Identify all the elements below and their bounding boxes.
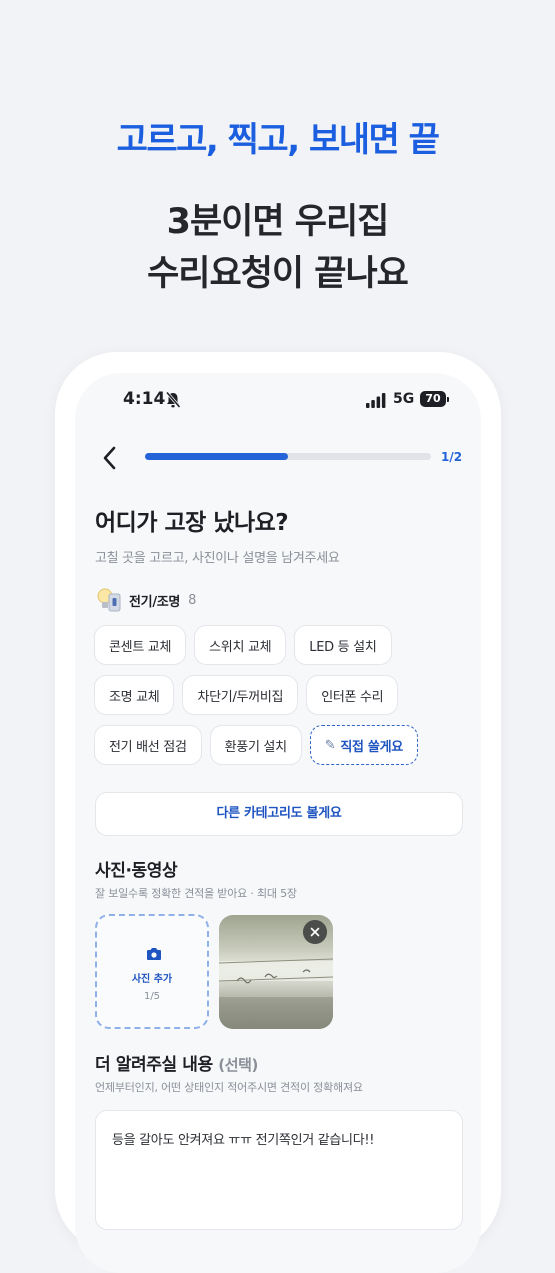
page-title: 어디가 고장 났나요? bbox=[95, 510, 289, 536]
photo-count: 1/5 bbox=[143, 991, 161, 1002]
app-screen: 4:14 5G 70 1/2 어디가 고장 났나요? 고칠 곳을 고르고, 사진… bbox=[75, 373, 481, 1273]
page-description: 고칠 곳을 고르고, 사진이나 설명을 남겨주세요 bbox=[95, 551, 340, 566]
option-chip[interactable]: 인터폰 수리 bbox=[306, 675, 399, 715]
battery-icon: 70 bbox=[420, 391, 446, 407]
note-textarea[interactable]: 등을 갈아도 안켜져요 ㅠㅠ 전기쪽인거 같습니다!! bbox=[95, 1110, 463, 1230]
category-header: 전기/조명 8 bbox=[95, 587, 196, 613]
note-title-text: 더 알려주실 내용 bbox=[95, 1055, 213, 1075]
status-bar: 4:14 5G 70 bbox=[75, 389, 481, 413]
promo-subhead-line2: 수리요청이 끝나요 bbox=[147, 254, 409, 294]
category-name: 전기/조명 bbox=[129, 594, 181, 610]
custom-option-button[interactable]: ✎ 직접 쓸게요 bbox=[309, 725, 418, 765]
progress-label: 1/2 bbox=[441, 450, 463, 464]
photos-description: 잘 보일수록 정확한 견적을 받아요 · 최대 5장 bbox=[95, 887, 297, 900]
promo-subhead-line1: 3분이면 우리집 bbox=[166, 202, 390, 242]
option-chip[interactable]: 스위치 교체 bbox=[194, 625, 287, 665]
camera-icon bbox=[147, 948, 161, 960]
lightbulb-icon bbox=[97, 588, 121, 612]
option-chip[interactable]: 환풍기 설치 bbox=[209, 725, 302, 765]
option-chip[interactable]: 콘센트 교체 bbox=[94, 625, 187, 665]
photos-title: 사진·동영상 bbox=[95, 861, 178, 881]
note-optional-label: (선택) bbox=[218, 1056, 258, 1074]
network-type: 5G bbox=[393, 391, 415, 407]
promo-headline: 고르고, 찍고, 보내면 끝 bbox=[116, 120, 440, 160]
repair-options: 콘센트 교체 스위치 교체 LED 등 설치 조명 교체 차단기/두꺼비집 인터… bbox=[94, 625, 464, 765]
pencil-icon: ✎ bbox=[324, 737, 336, 753]
option-chip[interactable]: 차단기/두꺼비집 bbox=[182, 675, 299, 715]
remove-photo-button[interactable] bbox=[303, 920, 327, 944]
category-count: 8 bbox=[188, 592, 197, 608]
other-category-button[interactable]: 다른 카테고리도 볼게요 bbox=[95, 792, 463, 836]
note-title: 더 알려주실 내용 (선택) bbox=[95, 1050, 258, 1075]
bell-slash-icon bbox=[165, 391, 181, 408]
progress-fill bbox=[145, 453, 288, 460]
option-chip[interactable]: LED 등 설치 bbox=[294, 625, 392, 665]
custom-option-label: 직접 쓸게요 bbox=[340, 739, 403, 755]
back-button[interactable] bbox=[97, 443, 123, 473]
add-photo-button[interactable]: 사진 추가 1/5 bbox=[95, 914, 209, 1029]
battery-tip bbox=[447, 397, 449, 402]
progress-bar bbox=[145, 453, 431, 460]
option-chip[interactable]: 전기 배선 점검 bbox=[94, 725, 202, 765]
promo-subhead: 3분이면 우리집 수리요청이 끝나요 bbox=[0, 196, 555, 300]
note-description: 언제부터인지, 어떤 상태인지 적어주시면 견적이 정확해져요 bbox=[95, 1081, 363, 1094]
option-chip[interactable]: 조명 교체 bbox=[94, 675, 175, 715]
add-photo-label: 사진 추가 bbox=[131, 974, 173, 985]
status-time: 4:14 bbox=[123, 389, 166, 409]
signal-icon bbox=[366, 393, 386, 408]
